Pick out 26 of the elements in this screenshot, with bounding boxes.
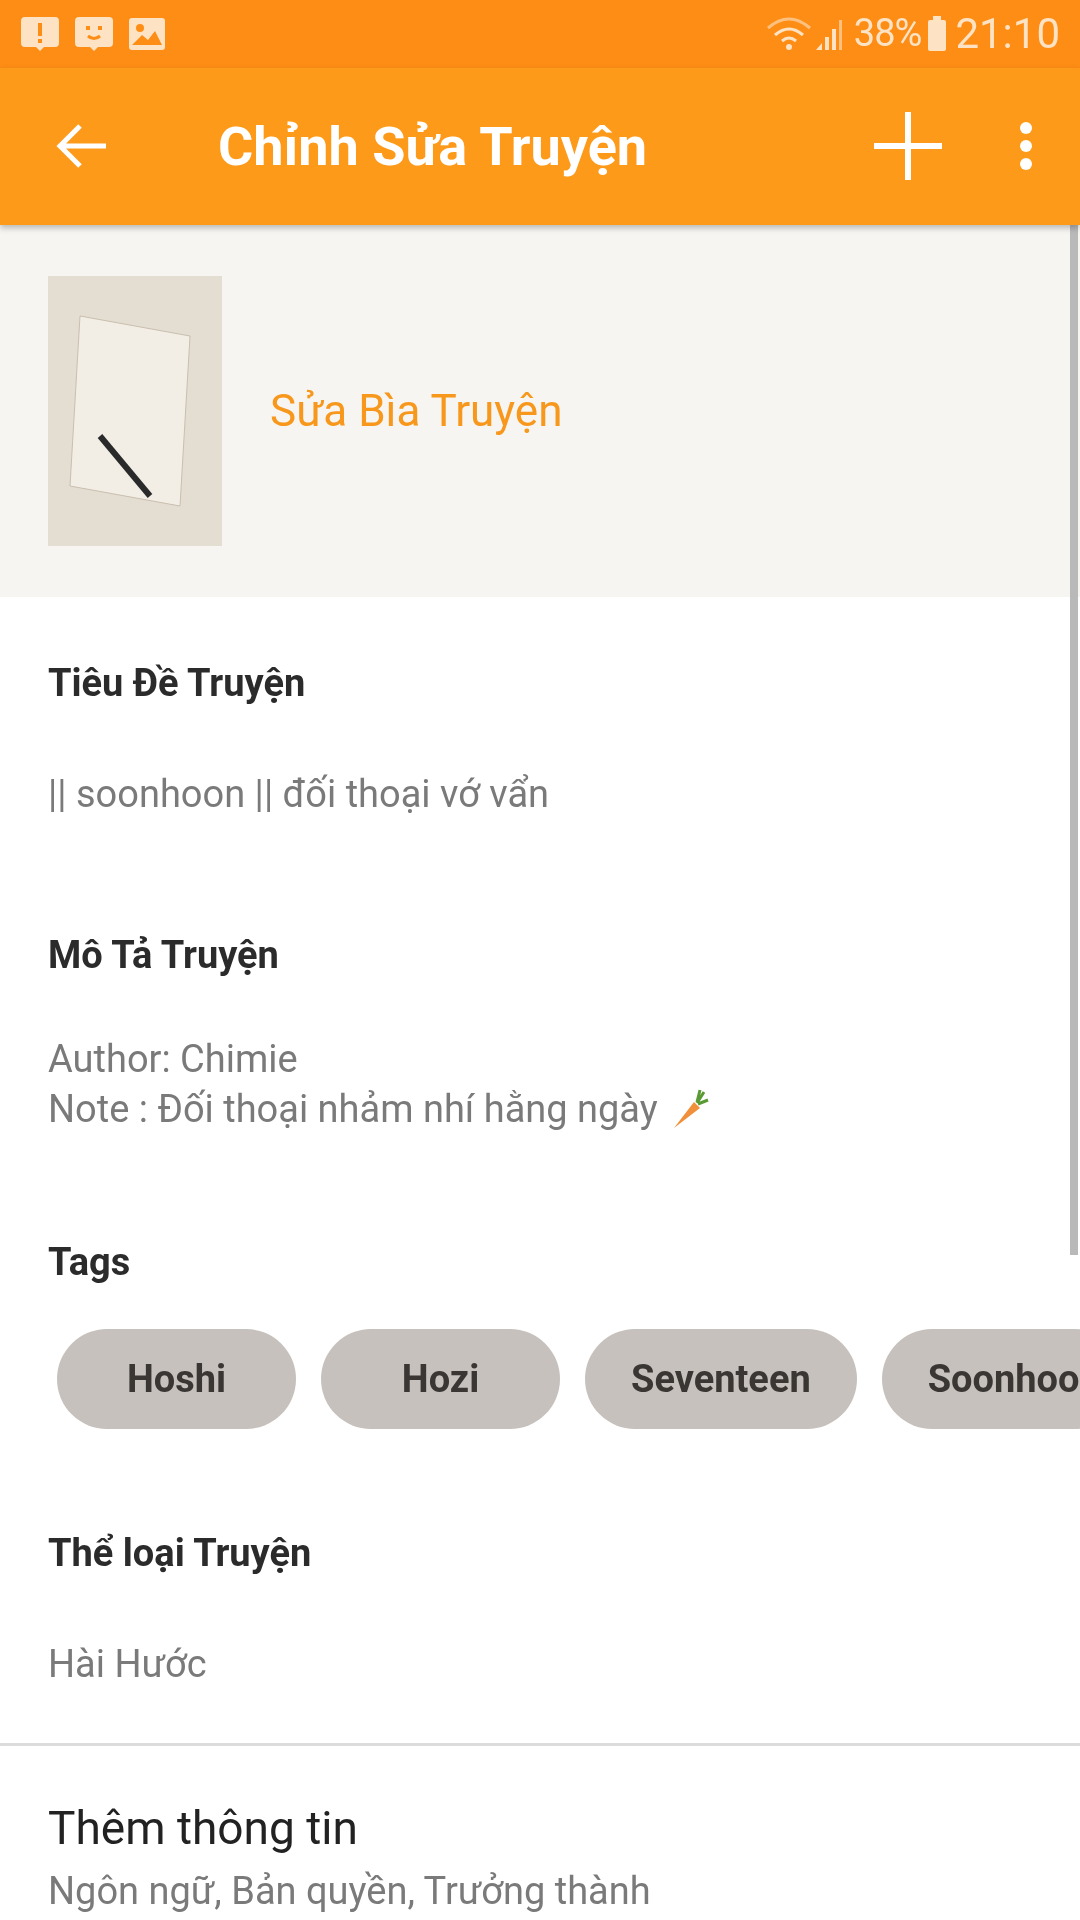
tag-chip[interactable]: Hoshi (57, 1329, 296, 1429)
description-value[interactable]: Author: Chimie Note : Đối thoại nhảm nhí hằng ngày (48, 1034, 1032, 1134)
battery-percent: 38% (853, 10, 922, 58)
section-label: Tiêu Đề Truyện (48, 660, 307, 707)
screen-title: Chỉnh Sửa Truyện (218, 113, 649, 180)
genre-value[interactable]: Hài Hước (48, 1636, 1032, 1693)
tag-chip[interactable]: Hozi (321, 1329, 560, 1429)
cover-photo-placeholder[interactable] (48, 276, 222, 546)
more-info-subtitle: Ngôn ngữ, Bản quyền, Trưởng thành (48, 1868, 652, 1915)
section-label: Mô Tả Truyện (48, 932, 280, 979)
back-arrow-icon (56, 123, 108, 170)
tag-chip[interactable]: Soonhoo (881, 1329, 1080, 1429)
more-info-row[interactable]: Thêm thông tin Ngôn ngữ, Bản quyền, Trưởng thành (0, 1746, 1080, 1920)
more-info-title: Thêm thông tin (48, 1800, 359, 1857)
face-notification-icon (74, 15, 114, 52)
clock: 21:10 (955, 8, 1060, 61)
wifi-icon (765, 15, 812, 52)
tag-chip[interactable]: Seventeen (585, 1329, 857, 1429)
plus-icon (872, 110, 944, 183)
battery-icon (927, 15, 948, 52)
section-label: Tags (48, 1239, 132, 1286)
image-notification-icon (128, 16, 166, 51)
more-options-icon (1019, 121, 1033, 172)
section-label: Thể loại Truyện (48, 1530, 313, 1577)
story-title-value[interactable]: || soonhoon || đối thoại vớ vẩn (48, 766, 1032, 823)
alert-notification-icon (20, 15, 60, 52)
